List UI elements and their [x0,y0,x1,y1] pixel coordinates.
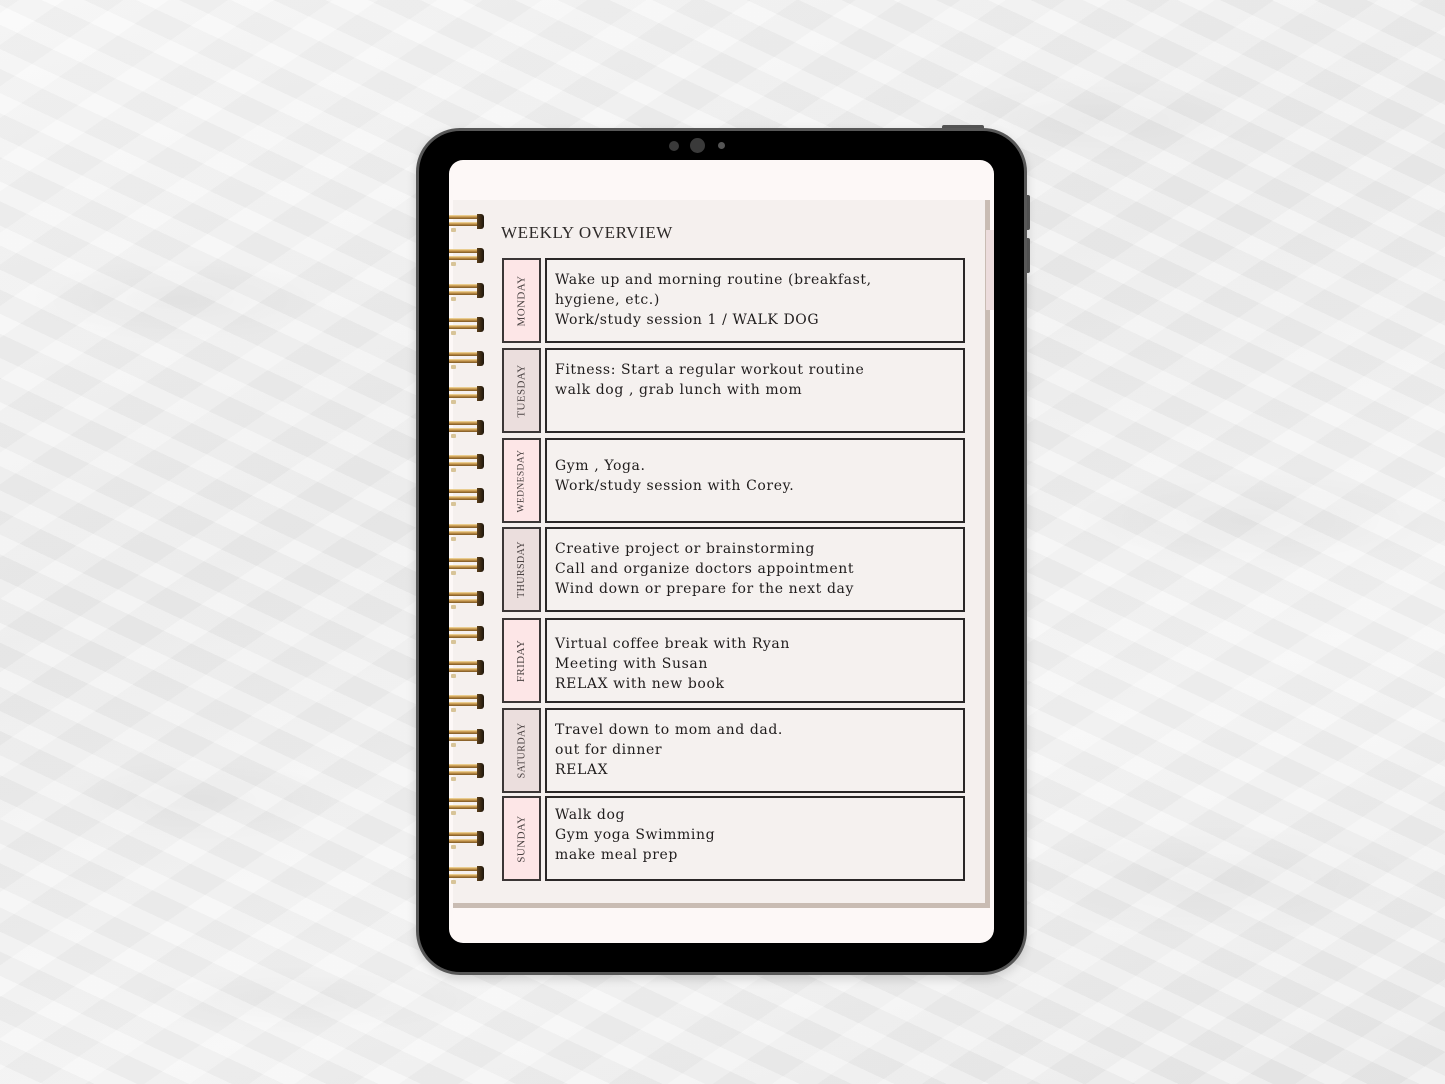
day-label-sunday[interactable]: SUNDAY [502,796,541,881]
spiral-ring-icon [449,865,485,884]
sensor-icon [669,141,679,151]
note-line: Work/study session with Corey. [555,478,795,494]
day-notes-sunday[interactable]: Walk dog Gym yoga Swimming make meal pre… [545,796,965,881]
page-side-tab[interactable] [986,230,994,310]
note-line: Travel down to mom and dad. [555,722,783,738]
note-line: RELAX [555,762,609,778]
note-line: Call and organize doctors appointment [555,561,855,577]
note-line: walk dog , grab lunch with mom [555,382,803,398]
day-row-thursday: THURSDAY Creative project or brainstormi… [502,527,965,612]
day-label-saturday[interactable]: SATURDAY [502,708,541,793]
day-notes-wednesday[interactable]: Gym , Yoga. Work/study session with Core… [545,438,965,523]
planner-page: WEEKLY OVERVIEW MONDAY Wake up and morni… [449,200,985,903]
day-row-wednesday: WEDNESDAY Gym , Yoga. Work/study session… [502,438,965,523]
day-row-tuesday: TUESDAY Fitness: Start a regular workout… [502,348,965,433]
day-row-monday: MONDAY Wake up and morning routine (brea… [502,258,965,343]
camera-icon [690,138,705,153]
spiral-ring-icon [449,590,485,610]
spiral-ring-icon [449,659,485,678]
note-line: Wind down or prepare for the next day [555,581,854,597]
spiral-ring-icon [449,728,485,747]
note-line: Virtual coffee break with Ryan [555,636,790,652]
day-label-tuesday[interactable]: TUESDAY [502,348,541,433]
tablet-screen: WEEKLY OVERVIEW MONDAY Wake up and morni… [449,160,994,943]
note-line: RELAX with new book [555,676,725,692]
note-line: Creative project or brainstorming [555,541,815,557]
day-row-friday: FRIDAY Virtual coffee break with Ryan Me… [502,618,965,703]
spiral-ring-icon [449,487,485,507]
note-line: Wake up and morning routine (breakfast, [555,272,872,288]
note-line: make meal prep [555,847,678,863]
note-line: Meeting with Susan [555,656,708,672]
spiral-ring-icon [449,247,485,267]
note-line: hygiene, etc.) [555,292,660,308]
page-title: WEEKLY OVERVIEW [501,223,673,242]
day-notes-saturday[interactable]: Travel down to mom and dad. out for dinn… [545,708,965,793]
day-row-sunday: SUNDAY Walk dog Gym yoga Swimming make m… [502,796,965,881]
spiral-ring-icon [449,693,485,713]
note-line: Gym yoga Swimming [555,827,716,843]
spiral-ring-icon [449,522,485,541]
spiral-ring-icon [449,316,485,335]
note-line: Gym , Yoga. [555,458,646,474]
note-line: Work/study session 1 / WALK DOG [555,312,820,328]
spiral-ring-icon [449,385,485,404]
day-label-friday[interactable]: FRIDAY [502,618,541,703]
spiral-ring-icon [449,830,485,850]
spiral-ring-icon [449,762,485,781]
day-notes-thursday[interactable]: Creative project or brainstorming Call a… [545,527,965,612]
spiral-ring-icon [449,453,485,473]
day-label-thursday[interactable]: THURSDAY [502,527,541,612]
spiral-ring-icon [449,556,485,575]
day-row-saturday: SATURDAY Travel down to mom and dad. out… [502,708,965,793]
day-notes-tuesday[interactable]: Fitness: Start a regular workout routine… [545,348,965,433]
light-sensor-icon [718,142,725,149]
note-line: Fitness: Start a regular workout routine [555,362,865,378]
spiral-ring-icon [449,796,485,816]
spiral-ring-icon [449,350,485,370]
spiral-ring-icon [449,213,485,232]
note-line: Walk dog [555,807,626,823]
note-line: out for dinner [555,742,663,758]
day-label-wednesday[interactable]: WEDNESDAY [502,438,541,523]
spiral-ring-icon [449,419,485,438]
spiral-ring-icon [449,282,485,301]
day-notes-monday[interactable]: Wake up and morning routine (breakfast, … [545,258,965,343]
day-label-monday[interactable]: MONDAY [502,258,541,343]
day-notes-friday[interactable]: Virtual coffee break with Ryan Meeting w… [545,618,965,703]
spiral-ring-icon [449,625,485,644]
